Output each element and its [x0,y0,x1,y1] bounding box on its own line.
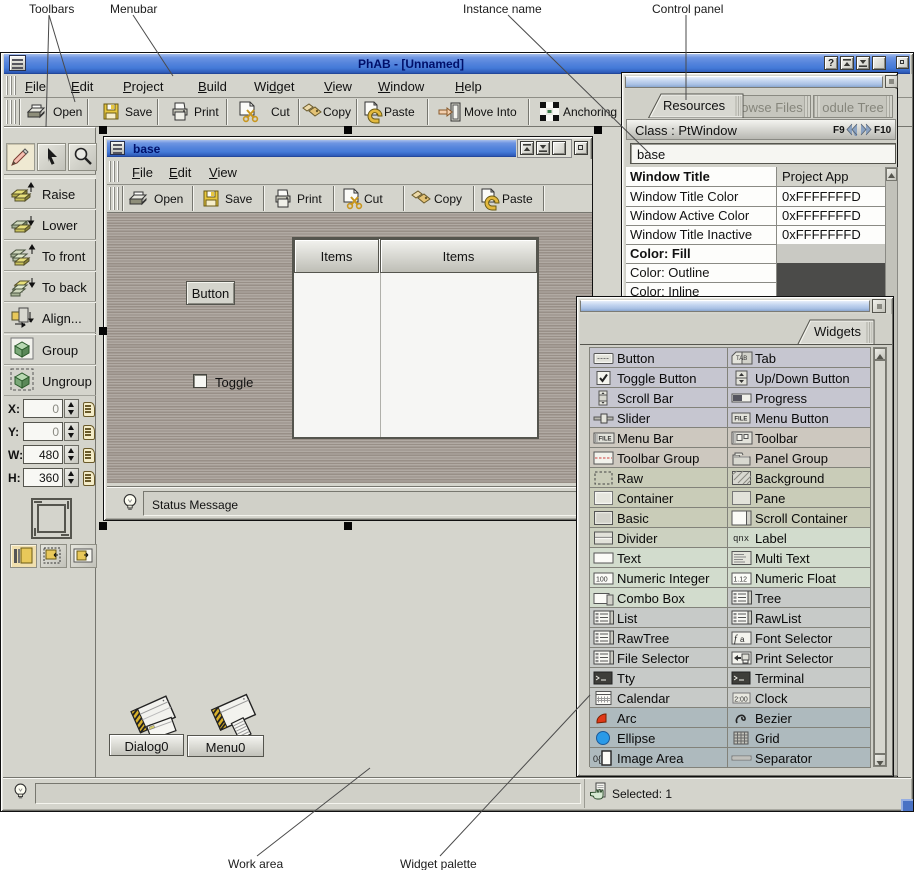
svg-text:TAB: TAB [736,356,747,362]
svg-text:FILE: FILE [599,436,612,442]
svg-text:FILE: FILE [734,417,747,423]
svg-text:2:00: 2:00 [734,696,748,703]
svg-text:a: a [740,635,745,644]
svg-text:1.12: 1.12 [733,576,747,583]
svg-text:qnx: qnx [733,534,749,544]
svg-text:0{: 0{ [593,754,601,764]
svg-text:100: 100 [596,577,608,584]
